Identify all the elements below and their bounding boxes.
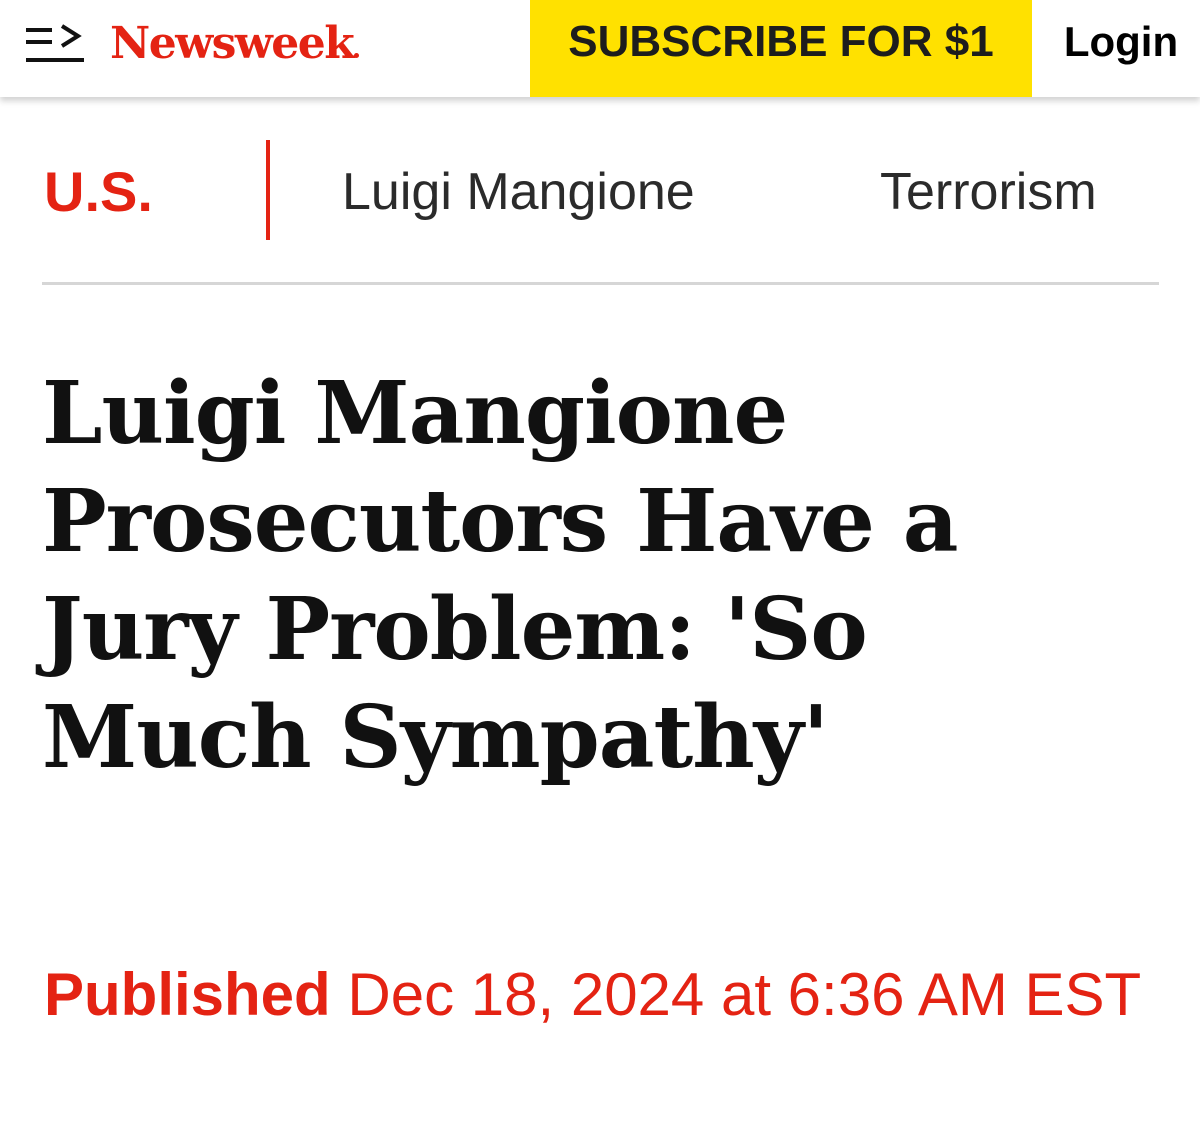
site-header: Newsweek SUBSCRIBE FOR $1 Login [0,0,1200,97]
subscribe-button[interactable]: SUBSCRIBE FOR $1 [530,0,1032,97]
menu-icon[interactable] [22,20,90,68]
section-divider [42,282,1159,285]
category-divider [266,140,270,240]
tag-luigi-mangione-link[interactable]: Luigi Mangione [342,160,695,224]
article-headline: Luigi Mangione Prosecutors Have a Jury P… [42,363,958,788]
published-datetime: Dec 18, 2024 at 6:36 AM EST [347,961,1142,1028]
category-breadcrumb: U.S. Luigi Mangione Terrorism [0,130,1200,250]
newsweek-logo[interactable]: Newsweek [110,14,360,74]
publish-info: Published Dec 18, 2024 at 6:36 AM EST [44,940,1154,1050]
tag-terrorism-link[interactable]: Terrorism [880,160,1097,224]
category-us-link[interactable]: U.S. [44,160,153,224]
logo-text: Newsweek [110,18,355,69]
published-label: Published [44,961,331,1028]
logo-dot [354,53,360,58]
login-button[interactable]: Login [1046,0,1196,84]
